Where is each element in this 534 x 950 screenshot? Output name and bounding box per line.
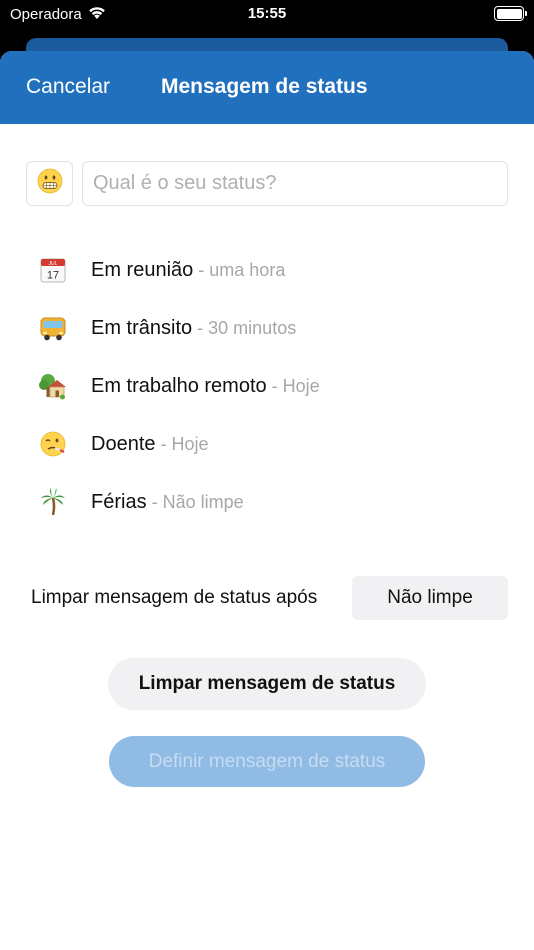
bus-icon [26,308,80,348]
clear-after-label: Limpar mensagem de status após [31,587,318,608]
grimacing-face-icon [37,168,63,199]
preset-sick[interactable]: Doente - Hoje [26,424,508,464]
preset-vacation[interactable]: Férias - Não limpe [26,482,508,522]
svg-text:JUL: JUL [49,261,58,267]
calendar-icon: JUL 17 [26,250,80,290]
emoji-picker-button[interactable] [26,161,73,206]
preset-clear-time: 30 minutos [208,317,297,338]
preset-label: Férias [91,490,147,513]
preset-separator: - [266,375,283,396]
preset-separator: - [155,433,172,454]
preset-label: Em reunião [91,258,194,281]
house-icon [26,366,80,406]
battery-icon [494,6,527,21]
preset-separator: - [193,259,210,280]
preset-separator: - [192,317,209,338]
cancel-button[interactable]: Cancelar [26,75,110,99]
status-input-row [26,161,508,206]
navigation-bar: Cancelar Mensagem de status [0,51,534,124]
preset-text: Em reunião - uma hora [91,259,285,282]
preset-separator: - [146,491,163,512]
preset-text: Doente - Hoje [91,433,209,456]
preset-text: Em trânsito - 30 minutos [91,317,296,340]
preset-meeting[interactable]: JUL 17 Em reunião - uma hora [26,250,508,290]
status-sheet: Cancelar Mensagem de status Qual é o seu… [0,51,534,950]
svg-text:17: 17 [47,270,59,282]
preset-remote-work[interactable]: Em trabalho remoto - Hoje [26,366,508,406]
status-bar: Operadora 15:55 [0,0,534,30]
clear-after-select[interactable]: Não limpe [352,576,508,620]
preset-clear-time: Hoje [171,433,209,454]
set-status-button[interactable]: Definir mensagem de status [109,736,425,787]
clear-status-button[interactable]: Limpar mensagem de status [108,658,426,710]
preset-label: Em trânsito [91,316,193,339]
preset-text: Férias - Não limpe [91,491,244,514]
clock: 15:55 [247,5,287,22]
screen: Operadora 15:55 Cancelar Mensagem de sta… [0,0,534,950]
palm-tree-icon [26,482,80,522]
preset-label: Em trabalho remoto [91,374,267,397]
preset-label: Doente [91,432,156,455]
preset-clear-time: uma hora [209,259,286,280]
status-input[interactable] [82,161,508,206]
sick-face-icon [26,424,80,464]
preset-clear-time: Hoje [282,375,320,396]
preset-text: Em trabalho remoto - Hoje [91,375,320,398]
preset-commuting[interactable]: Em trânsito - 30 minutos [26,308,508,348]
page-title: Mensagem de status [161,75,368,98]
preset-clear-time: Não limpe [162,491,244,512]
